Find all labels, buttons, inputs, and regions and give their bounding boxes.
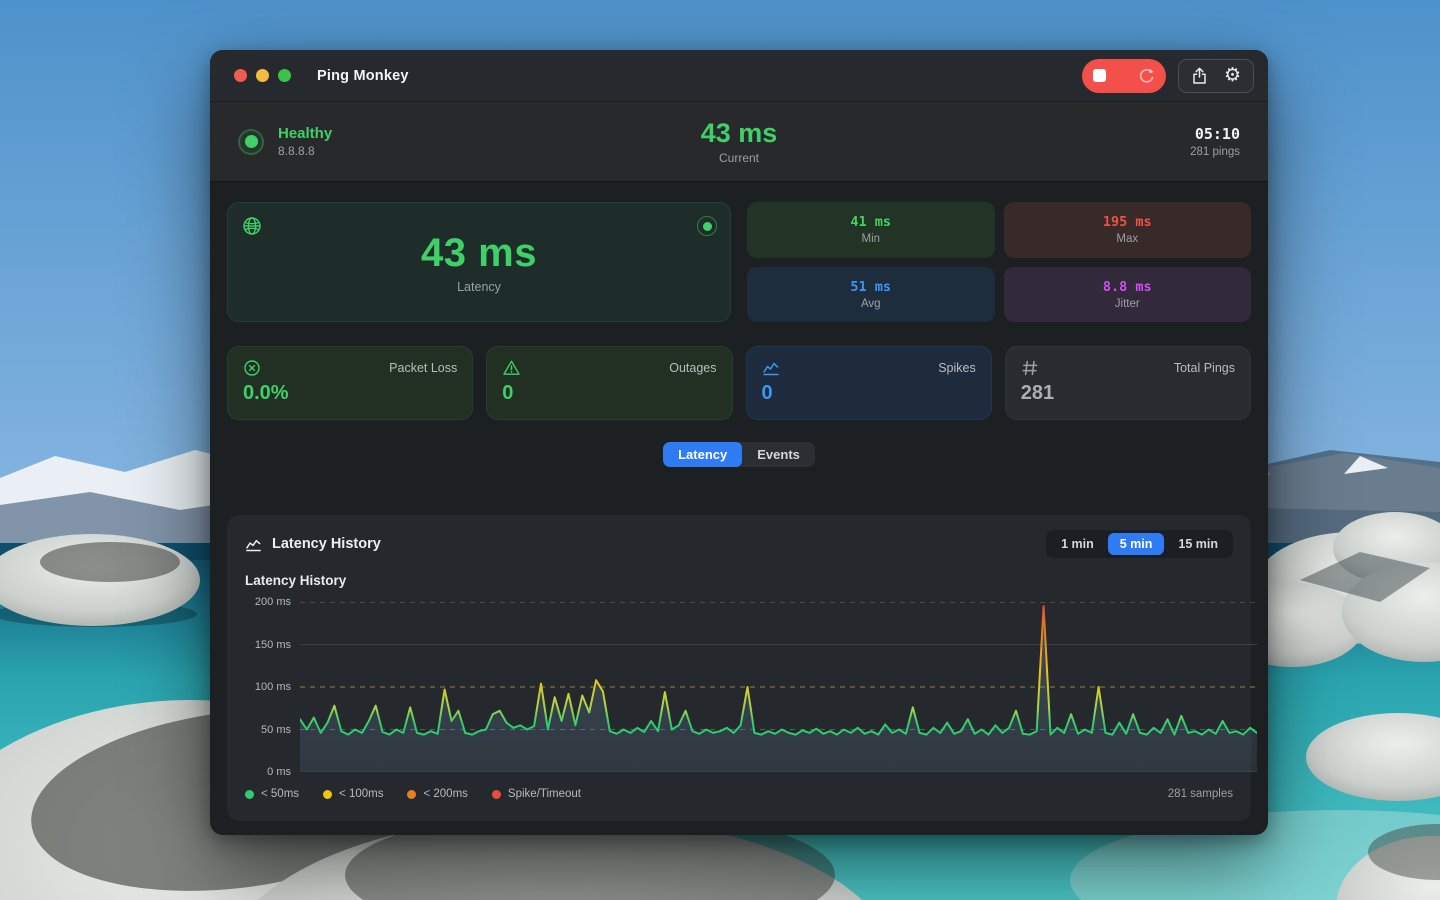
share-icon	[1191, 67, 1208, 85]
packet-loss-value: 0.0%	[243, 382, 457, 405]
settings-gear-icon: ⚙	[1224, 66, 1241, 85]
stat-avg-value: 51 ms	[850, 279, 891, 295]
y-tick-label: 200 ms	[245, 596, 291, 608]
circle-x-icon	[243, 359, 261, 377]
live-indicator-dot	[697, 216, 717, 236]
stat-max-label: Max	[1116, 233, 1138, 245]
health-state-label: Healthy	[278, 125, 332, 142]
y-tick-label: 100 ms	[245, 681, 291, 693]
stat-min-label: Min	[861, 233, 880, 245]
latency-card: 43 ms Latency	[227, 202, 731, 322]
y-tick-label: 0 ms	[245, 766, 291, 778]
y-tick-label: 50 ms	[245, 724, 291, 736]
titlebar[interactable]: Ping Monkey	[210, 50, 1268, 102]
total-pings-card: Total Pings 281	[1005, 346, 1251, 420]
share-button[interactable]	[1183, 62, 1216, 90]
tab-events[interactable]: Events	[742, 442, 815, 467]
latency-chart: 200 ms 150 ms 100 ms 50 ms 0 ms	[245, 598, 1233, 776]
target-host: 8.8.8.8	[278, 144, 332, 158]
health-status-dot	[238, 129, 264, 155]
y-tick-label: 150 ms	[245, 639, 291, 651]
elapsed-timer: 05:10	[940, 125, 1240, 143]
spikes-value: 0	[762, 382, 976, 405]
packet-loss-label: Packet Loss	[389, 361, 457, 375]
legend-item: Spike/Timeout	[492, 788, 581, 800]
status-header: Healthy 8.8.8.8 43 ms Current 05:10 281 …	[210, 102, 1268, 182]
app-window: Ping Monkey	[210, 50, 1268, 835]
legend-item: < 200ms	[407, 788, 467, 800]
latency-value: 43 ms	[421, 231, 537, 276]
time-range-selector: 1 min 5 min 15 min	[1046, 530, 1233, 558]
current-latency-value: 43 ms	[538, 118, 940, 149]
window-title: Ping Monkey	[317, 68, 409, 84]
view-tabs: Latency Events	[663, 442, 815, 467]
legend-dot	[323, 790, 332, 799]
legend-item: < 50ms	[245, 788, 299, 800]
stat-jitter-value: 8.8 ms	[1103, 279, 1152, 295]
stat-min-value: 41 ms	[850, 214, 891, 230]
stat-min: 41 ms Min	[747, 202, 995, 258]
outages-label: Outages	[669, 361, 716, 375]
chart-title: Latency History	[245, 573, 1233, 588]
legend-dot	[492, 790, 501, 799]
range-5min-button[interactable]: 5 min	[1108, 533, 1165, 555]
globe-icon	[242, 216, 262, 236]
zoom-button[interactable]	[278, 69, 291, 82]
current-latency-label: Current	[538, 151, 940, 165]
outages-card: Outages 0	[486, 346, 732, 420]
chart-line-icon	[762, 359, 780, 377]
spikes-card: Spikes 0	[746, 346, 992, 420]
settings-button[interactable]: ⚙	[1216, 62, 1249, 90]
stat-jitter-label: Jitter	[1115, 298, 1140, 310]
legend-item: < 100ms	[323, 788, 383, 800]
minimize-button[interactable]	[256, 69, 269, 82]
spikes-label: Spikes	[938, 361, 976, 375]
ping-count: 281 pings	[940, 146, 1240, 158]
total-pings-label: Total Pings	[1174, 361, 1235, 375]
tab-latency[interactable]: Latency	[663, 442, 742, 467]
stop-restart-pill[interactable]	[1082, 59, 1166, 93]
stat-avg: 51 ms Avg	[747, 267, 995, 323]
stat-max: 195 ms Max	[1004, 202, 1252, 258]
stop-icon[interactable]	[1093, 69, 1106, 82]
close-button[interactable]	[234, 69, 247, 82]
warning-triangle-icon	[502, 359, 521, 377]
stat-avg-label: Avg	[861, 298, 881, 310]
toolbar-icon-group: ⚙	[1178, 59, 1254, 93]
outages-value: 0	[502, 382, 716, 405]
latency-chart-svg	[300, 602, 1257, 772]
latency-label: Latency	[457, 280, 501, 294]
range-1min-button[interactable]: 1 min	[1049, 533, 1106, 555]
samples-count: 281 samples	[1168, 788, 1233, 800]
main-content: 43 ms Latency 41 ms Min 195 ms Max 51 ms…	[210, 182, 1268, 835]
legend-dot	[407, 790, 416, 799]
latency-history-panel: Latency History 1 min 5 min 15 min Laten…	[227, 515, 1251, 821]
desktop-background: Ping Monkey	[0, 0, 1440, 900]
legend-dot	[245, 790, 254, 799]
chart-legend: < 50ms < 100ms < 200ms Spike/Timeout 281 sa…	[245, 788, 1233, 800]
stat-max-value: 195 ms	[1103, 214, 1152, 230]
panel-title: Latency History	[272, 536, 381, 552]
chart-line-icon	[245, 536, 262, 553]
packet-loss-card: Packet Loss 0.0%	[227, 346, 473, 420]
range-15min-button[interactable]: 15 min	[1166, 533, 1230, 555]
stat-jitter: 8.8 ms Jitter	[1004, 267, 1252, 323]
stats-grid: 41 ms Min 195 ms Max 51 ms Avg 8.8 ms Ji…	[747, 202, 1251, 322]
total-pings-value: 281	[1021, 382, 1235, 405]
restart-icon[interactable]	[1137, 67, 1155, 85]
traffic-lights	[234, 69, 291, 82]
hash-icon	[1021, 359, 1039, 377]
